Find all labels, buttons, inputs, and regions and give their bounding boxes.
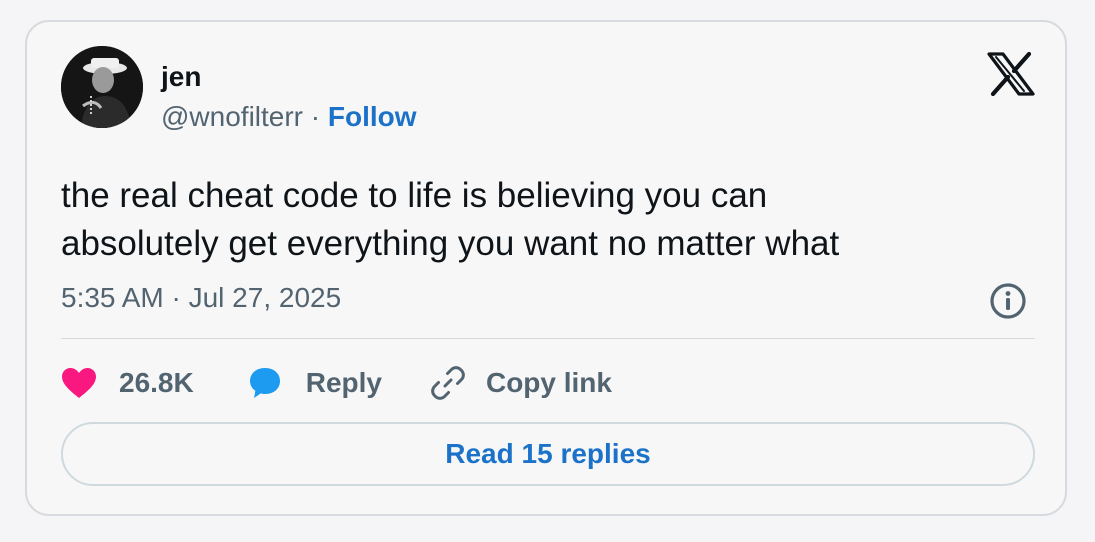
action-bar: 26.8K Reply Copy link bbox=[61, 360, 612, 406]
author-handle[interactable]: @wnofilterr bbox=[161, 101, 303, 132]
tweet-text-line-1: the real cheat code to life is believing… bbox=[61, 176, 768, 215]
tweet-text-line-2: absolutely get everything you want no ma… bbox=[61, 224, 840, 263]
tweet-card: jen @wnofilterr · Follow the real cheat … bbox=[25, 20, 1067, 516]
handle-separator: · bbox=[303, 101, 328, 132]
reply-bubble-icon bbox=[249, 368, 280, 398]
like-button[interactable]: 26.8K bbox=[61, 365, 194, 401]
read-replies-button[interactable]: Read 15 replies bbox=[61, 422, 1035, 486]
x-logo-icon[interactable] bbox=[987, 51, 1035, 97]
copy-link-label: Copy link bbox=[485, 367, 612, 398]
author-handle-row: @wnofilterr · Follow bbox=[161, 99, 417, 135]
tweet-timestamp[interactable]: 5:35 AM · Jul 27, 2025 bbox=[61, 280, 341, 316]
reply-button[interactable]: Reply bbox=[248, 365, 382, 401]
follow-button[interactable]: Follow bbox=[328, 101, 417, 132]
reply-label: Reply bbox=[305, 367, 382, 398]
like-count: 26.8K bbox=[119, 367, 194, 398]
tweet-text: the real cheat code to life is believing… bbox=[61, 172, 1021, 268]
link-icon bbox=[431, 366, 465, 400]
copy-link-button[interactable]: Copy link bbox=[430, 365, 612, 401]
avatar[interactable] bbox=[61, 46, 143, 128]
divider bbox=[61, 338, 1035, 339]
author-name[interactable]: jen bbox=[161, 60, 201, 94]
info-icon[interactable] bbox=[989, 282, 1027, 320]
heart-icon bbox=[62, 368, 96, 398]
avatar-photo-icon bbox=[61, 46, 143, 128]
